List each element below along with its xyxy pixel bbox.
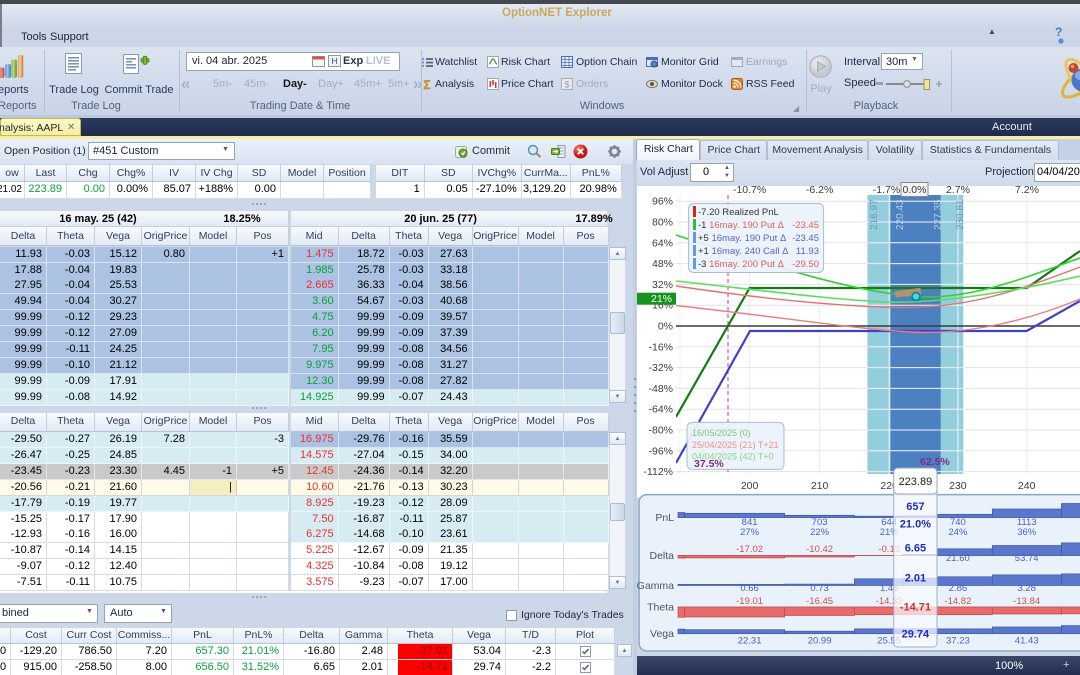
svg-text:230.81: 230.81 — [955, 199, 966, 230]
svg-text:0.73: 0.73 — [810, 583, 829, 594]
svg-text:-23.45: -23.45 — [792, 220, 819, 231]
svg-text:11.93: 11.93 — [796, 246, 819, 257]
svg-text:200: 200 — [741, 480, 759, 492]
svg-text:-10.7%: -10.7% — [733, 184, 766, 196]
svg-text:-112%: -112% — [643, 466, 673, 478]
svg-text:216.97: 216.97 — [869, 199, 880, 230]
svg-text:37.5%: 37.5% — [694, 458, 724, 470]
svg-text:2.01: 2.01 — [905, 573, 926, 585]
svg-text:-3 16may. 200 Put Δ: -3 16may. 200 Put Δ — [698, 259, 785, 270]
svg-text:-1.7%: -1.7% — [873, 184, 900, 196]
svg-text:-14.82: -14.82 — [944, 596, 971, 607]
svg-text:16/05/2025 (0): 16/05/2025 (0) — [692, 428, 751, 438]
svg-text:80%: 80% — [652, 217, 673, 229]
svg-text:25/04/2025 (21) T+21: 25/04/2025 (21) T+21 — [692, 440, 779, 450]
svg-text:Vega: Vega — [650, 628, 674, 640]
svg-text:20.99: 20.99 — [808, 636, 832, 647]
svg-text:-1 16may. 190 Put Δ: -1 16may. 190 Put Δ — [698, 220, 785, 231]
svg-text:6.65: 6.65 — [905, 543, 926, 555]
svg-text:-16.45: -16.45 — [806, 596, 833, 607]
svg-text:Delta: Delta — [649, 550, 674, 562]
svg-text:41.43: 41.43 — [1015, 636, 1039, 647]
svg-text:-17.02: -17.02 — [736, 544, 763, 555]
svg-text:0.66: 0.66 — [740, 583, 759, 594]
svg-text:$: $ — [564, 80, 569, 90]
svg-text:0.0%: 0.0% — [903, 184, 927, 196]
svg-text:36%: 36% — [1017, 527, 1037, 538]
svg-text:7.2%: 7.2% — [1015, 184, 1039, 196]
svg-text:27%: 27% — [740, 527, 760, 538]
svg-text:H: H — [332, 57, 338, 66]
svg-text:-48%: -48% — [648, 383, 673, 395]
svg-text:Gamma: Gamma — [637, 580, 675, 592]
svg-text:220.43: 220.43 — [895, 199, 906, 230]
svg-text:240: 240 — [1018, 480, 1036, 492]
svg-text:-13.84: -13.84 — [1013, 596, 1040, 607]
svg-text:-80%: -80% — [648, 425, 673, 437]
svg-text:210: 210 — [811, 480, 829, 492]
svg-text:227.35: 227.35 — [933, 199, 944, 230]
svg-text:37.23: 37.23 — [946, 636, 970, 647]
svg-text:230: 230 — [949, 480, 967, 492]
svg-text:29.74: 29.74 — [902, 629, 930, 641]
svg-text:64%: 64% — [652, 237, 673, 249]
svg-text:22.31: 22.31 — [738, 636, 762, 647]
svg-text:+5 16may. 190 Put Δ: +5 16may. 190 Put Δ — [698, 233, 787, 244]
svg-text:Theta: Theta — [647, 602, 674, 614]
svg-text:-14.71: -14.71 — [900, 602, 931, 614]
svg-text:21.0%: 21.0% — [900, 519, 931, 531]
svg-text:PnL: PnL — [655, 512, 674, 524]
svg-text:21.60: 21.60 — [946, 553, 970, 564]
svg-text:-64%: -64% — [648, 404, 673, 416]
svg-text:48%: 48% — [652, 258, 673, 270]
svg-text:-23.45: -23.45 — [792, 233, 819, 244]
svg-text:32%: 32% — [652, 279, 673, 291]
svg-text:2.86: 2.86 — [949, 583, 968, 594]
svg-text:-32%: -32% — [648, 362, 673, 374]
svg-text:-29.50: -29.50 — [792, 259, 819, 270]
svg-text:223.89: 223.89 — [899, 476, 933, 488]
svg-text:-16%: -16% — [648, 341, 673, 353]
svg-text:62.5%: 62.5% — [920, 456, 950, 468]
svg-text:0%: 0% — [658, 321, 673, 333]
svg-text:-6.2%: -6.2% — [806, 184, 833, 196]
svg-text:-10.42: -10.42 — [806, 544, 833, 555]
svg-text:657: 657 — [906, 501, 924, 513]
svg-text:53.74: 53.74 — [1015, 553, 1039, 564]
svg-text:2.7%: 2.7% — [946, 184, 970, 196]
svg-text:-7.20 Realized PnL: -7.20 Realized PnL — [698, 207, 779, 218]
svg-text:96%: 96% — [652, 196, 673, 208]
svg-text:3.28: 3.28 — [1017, 583, 1035, 594]
svg-text:-96%: -96% — [648, 445, 673, 457]
svg-text:-19.01: -19.01 — [736, 596, 763, 607]
svg-text:24%: 24% — [948, 527, 968, 538]
svg-text:+1 16may. 240 Call Δ: +1 16may. 240 Call Δ — [698, 246, 789, 257]
svg-text:22%: 22% — [810, 527, 830, 538]
svg-text:Σ: Σ — [423, 78, 430, 90]
svg-text:21%: 21% — [651, 293, 672, 305]
